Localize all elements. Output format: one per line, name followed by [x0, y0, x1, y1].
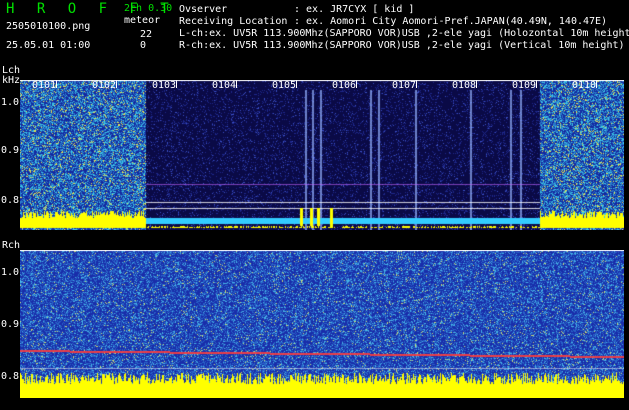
lch-time-tick-mark: [596, 80, 597, 88]
rch-label: Rch: [2, 240, 21, 251]
lch-ytick-1: 1.0: [1, 97, 20, 108]
lch-time-tick-mark: [476, 80, 477, 88]
lch-time-tick-mark: [56, 80, 57, 88]
rch-spectrogram: [20, 250, 624, 398]
lch-time-tick-label: 0101: [32, 80, 57, 91]
lch-time-tick-mark: [536, 80, 537, 88]
file-name: 2505010100.png: [6, 21, 91, 32]
rch-ytick-2: 0.9: [1, 319, 20, 330]
lch-time-tick-label: 0102: [92, 80, 117, 91]
lch-time-tick-label: 0104: [212, 80, 237, 91]
lch-time-tick-label: 0106: [332, 80, 357, 91]
observer-value: : ex. JR7CYX [ kid ]: [294, 4, 415, 15]
lch-time-tick-mark: [356, 80, 357, 88]
lch-time-tick-label: 0110: [572, 80, 597, 91]
lch-unit: kHz: [2, 75, 21, 86]
lch-time-tick-label: 0107: [392, 80, 417, 91]
meteor-label: meteor: [124, 15, 161, 26]
rch-ytick-1: 1.0: [1, 267, 20, 278]
mode-label: 2ch 0.30: [124, 3, 173, 14]
meteor-count-l: 22: [140, 29, 153, 40]
rch-info: R-ch:ex. UV5R 113.900Mhz(SAPPORO VOR)USB…: [179, 40, 625, 51]
lch-time-tick-mark: [176, 80, 177, 88]
lch-time-axis: 0101 0102 0103 0104 0105 0106 0107 0108 0109 0110: [20, 80, 624, 92]
location-key: Receiving Location: [179, 16, 288, 27]
datetime: 25.05.01 01:00: [6, 40, 91, 51]
lch-info: L-ch:ex. UV5R 113.900Mhz(SAPPORO VOR)USB…: [179, 28, 629, 39]
observer-key: Ovserver: [179, 4, 228, 15]
lch-time-tick-label: 0108: [452, 80, 477, 91]
lch-time-tick-mark: [416, 80, 417, 88]
location-value: : ex. Aomori City Aomori-Pref.JAPAN(40.4…: [294, 16, 608, 27]
lch-time-tick-label: 0105: [272, 80, 297, 91]
spectrogram-window: H R O F F T 2505010100.png 25.05.01 01:0…: [0, 0, 629, 410]
lch-time-tick-label: 0103: [152, 80, 177, 91]
lch-time-tick-mark: [296, 80, 297, 88]
lch-spectrogram: [20, 80, 624, 230]
lch-time-tick-mark: [116, 80, 117, 88]
lch-ytick-2: 0.9: [1, 145, 20, 156]
rch-ytick-3: 0.8: [1, 371, 20, 382]
lch-ytick-3: 0.8: [1, 195, 20, 206]
meteor-count-r: 0: [140, 40, 147, 51]
lch-time-tick-label: 0109: [512, 80, 537, 91]
lch-time-tick-mark: [236, 80, 237, 88]
